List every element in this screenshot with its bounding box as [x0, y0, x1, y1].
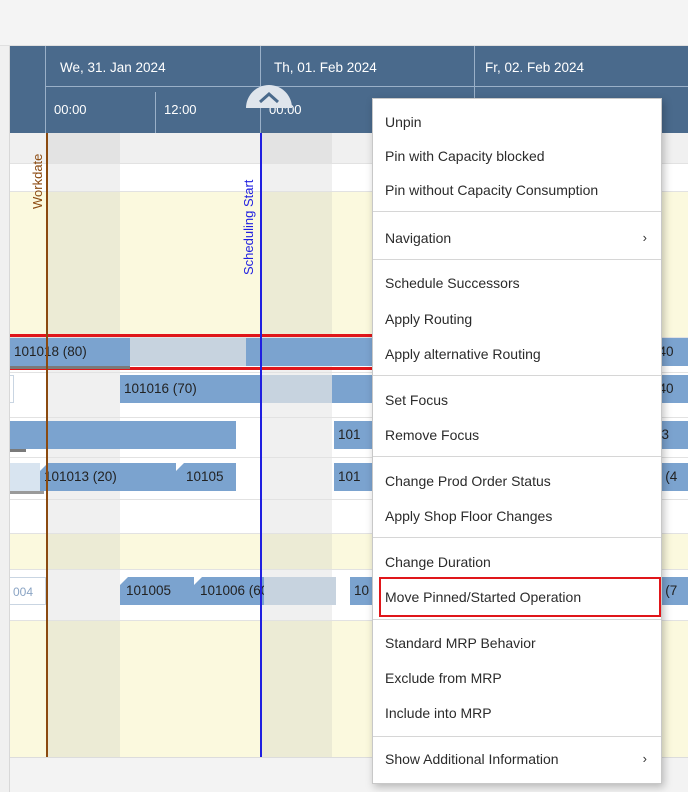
- menu-item-remove-focus[interactable]: Remove Focus: [373, 420, 661, 450]
- progress-line: [10, 366, 130, 369]
- menu-item-navigation[interactable]: Navigation ›: [373, 223, 661, 253]
- operation-bar[interactable]: [10, 463, 40, 491]
- menu-item-change-duration[interactable]: Change Duration: [373, 547, 661, 577]
- menu-item-pin-without-capacity[interactable]: Pin without Capacity Consumption: [373, 175, 661, 205]
- menu-item-label: Show Additional Information: [385, 751, 559, 767]
- operation-bar-segment[interactable]: [264, 577, 336, 605]
- menu-item-standard-mrp-behavior[interactable]: Standard MRP Behavior: [373, 628, 661, 658]
- operation-bar[interactable]: 101: [334, 421, 372, 449]
- workdate-label: Workdate: [30, 153, 45, 209]
- chevron-right-icon: ›: [642, 230, 647, 245]
- scheduling-start-label: Scheduling Start: [241, 179, 256, 275]
- chevron-up-icon: [246, 85, 292, 108]
- resource-column-edge: [0, 46, 10, 792]
- operation-bar[interactable]: 101006 (60): [194, 577, 264, 605]
- operation-bar-segment[interactable]: [260, 375, 332, 403]
- operation-bar[interactable]: [10, 421, 120, 449]
- operation-bar[interactable]: 101005: [120, 577, 194, 605]
- menu-separator: [373, 211, 661, 212]
- header-divider: [45, 46, 46, 133]
- day-label-thu: Th, 01. Feb 2024: [274, 60, 377, 75]
- scheduling-start-line: [260, 133, 262, 757]
- menu-item-apply-routing[interactable]: Apply Routing: [373, 304, 661, 334]
- progress-line: [10, 491, 44, 494]
- operation-bar[interactable]: 101016 (70): [120, 375, 260, 403]
- operation-bar[interactable]: 101013 (20): [40, 463, 176, 491]
- progress-line: [10, 449, 26, 452]
- menu-separator: [373, 736, 661, 737]
- workdate-line: [46, 133, 48, 757]
- bar-notch: [176, 463, 184, 471]
- menu-item-label: Navigation: [385, 230, 452, 246]
- operation-bar[interactable]: 10105: [176, 463, 236, 491]
- menu-item-show-additional-information[interactable]: Show Additional Information ›: [373, 744, 661, 774]
- operation-bar[interactable]: [332, 375, 372, 403]
- operation-bar[interactable]: 004: [10, 577, 46, 605]
- collapse-header-button[interactable]: [244, 84, 294, 110]
- operation-bar[interactable]: 10: [350, 577, 372, 605]
- menu-item-apply-shop-floor-changes[interactable]: Apply Shop Floor Changes: [373, 501, 661, 531]
- time-label: 12:00: [164, 102, 197, 117]
- menu-item-pin-capacity-blocked[interactable]: Pin with Capacity blocked: [373, 141, 661, 171]
- day-label-wed: We, 31. Jan 2024: [60, 60, 166, 75]
- menu-separator: [373, 456, 661, 457]
- operation-bar[interactable]: [10, 375, 14, 403]
- menu-item-exclude-from-mrp[interactable]: Exclude from MRP: [373, 663, 661, 693]
- menu-separator: [373, 619, 661, 620]
- bar-notch: [194, 577, 202, 585]
- menu-separator: [373, 537, 661, 538]
- bar-notch: [120, 577, 128, 585]
- highlight-box: [379, 577, 661, 617]
- menu-item-schedule-successors[interactable]: Schedule Successors: [373, 268, 661, 298]
- menu-separator: [373, 375, 661, 376]
- selected-operation-outline: [10, 334, 376, 370]
- menu-item-set-focus[interactable]: Set Focus: [373, 385, 661, 415]
- day-label-fri: Fr, 02. Feb 2024: [485, 60, 585, 75]
- header-divider: [155, 92, 156, 133]
- time-label: 00:00: [54, 102, 87, 117]
- menu-item-include-into-mrp[interactable]: Include into MRP: [373, 698, 661, 728]
- chevron-right-icon: ›: [642, 751, 647, 766]
- menu-item-change-prod-order-status[interactable]: Change Prod Order Status: [373, 466, 661, 496]
- operation-bar[interactable]: [120, 421, 236, 449]
- header-divider: [45, 86, 688, 87]
- top-toolbar-area: [0, 0, 688, 46]
- menu-separator: [373, 259, 661, 260]
- operation-bar[interactable]: 101: [334, 463, 372, 491]
- menu-item-apply-alternative-routing[interactable]: Apply alternative Routing: [373, 339, 661, 369]
- non-working-time: [260, 133, 332, 757]
- context-menu: Unpin Pin with Capacity blocked Pin with…: [372, 98, 662, 784]
- menu-item-unpin[interactable]: Unpin: [373, 107, 661, 137]
